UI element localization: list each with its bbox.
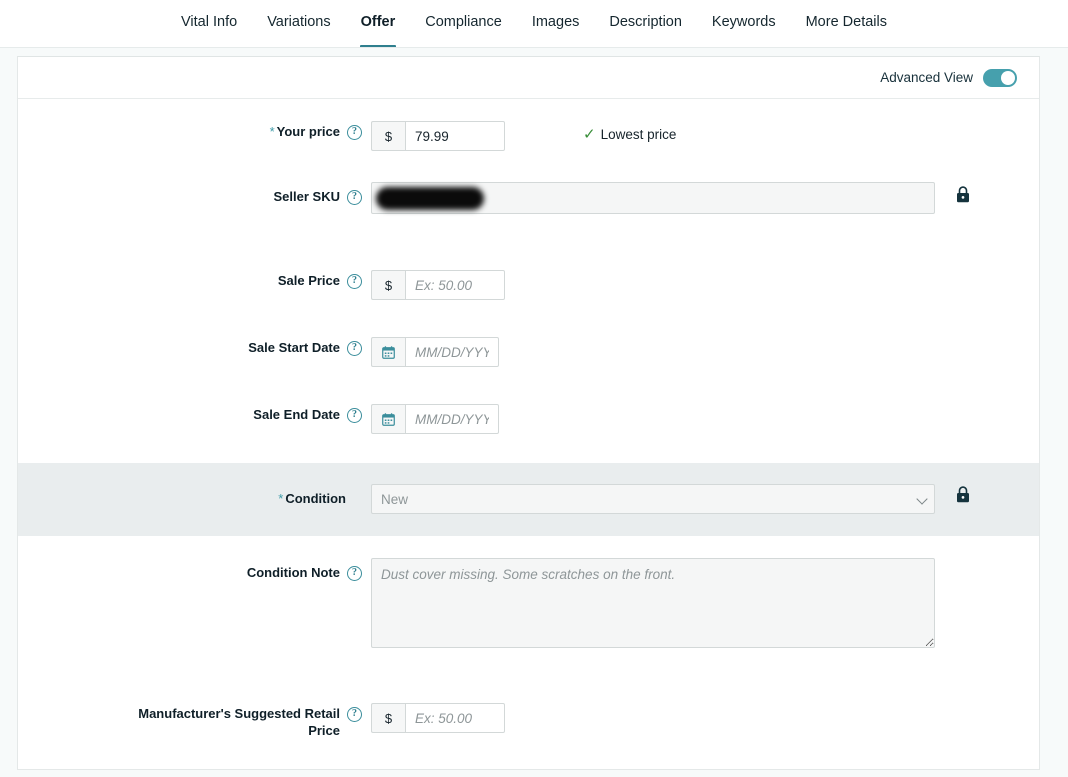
label-msrp: Manufacturer's Suggested Retail Price ? bbox=[18, 703, 371, 739]
field-msrp: $ bbox=[371, 703, 1039, 733]
currency-prefix: $ bbox=[371, 121, 405, 151]
check-icon: ✓ bbox=[583, 126, 596, 143]
field-your-price: $ ✓ Lowest price bbox=[371, 121, 1039, 151]
help-icon[interactable]: ? bbox=[347, 566, 362, 581]
tab-list: Vital Info Variations Offer Compliance I… bbox=[166, 0, 902, 48]
help-icon[interactable]: ? bbox=[347, 274, 362, 289]
label-condition-note: Condition Note ? bbox=[18, 558, 371, 581]
your-price-input[interactable] bbox=[405, 121, 505, 151]
tab-keywords[interactable]: Keywords bbox=[697, 0, 791, 48]
condition-label-text: * Condition bbox=[278, 490, 346, 507]
sale-end-date-input-group bbox=[371, 404, 499, 434]
sale-start-date-input-group bbox=[371, 337, 499, 367]
help-icon[interactable]: ? bbox=[347, 408, 362, 423]
field-sale-start-date bbox=[371, 337, 1039, 367]
lowest-price-text: Lowest price bbox=[600, 127, 677, 142]
tab-label: Keywords bbox=[711, 14, 776, 30]
lock-icon[interactable] bbox=[956, 186, 970, 208]
row-sale-end-date: Sale End Date ? bbox=[18, 367, 1039, 463]
calendar-icon[interactable] bbox=[371, 337, 405, 367]
label-condition: * Condition bbox=[18, 484, 371, 507]
field-sale-price: $ bbox=[371, 270, 1039, 300]
card-header: Advanced View bbox=[18, 57, 1039, 99]
row-seller-sku: Seller SKU ? bbox=[18, 151, 1039, 214]
field-sale-end-date bbox=[371, 404, 1039, 434]
msrp-label-text: Manufacturer's Suggested Retail Price bbox=[138, 706, 340, 738]
msrp-input[interactable] bbox=[405, 703, 505, 733]
label-body: Condition bbox=[285, 491, 346, 506]
help-icon[interactable]: ? bbox=[347, 190, 362, 205]
field-condition-note bbox=[371, 558, 1039, 648]
tab-images[interactable]: Images bbox=[517, 0, 595, 48]
tab-bar: Vital Info Variations Offer Compliance I… bbox=[0, 0, 1068, 48]
label-sale-end-date: Sale End Date ? bbox=[18, 404, 371, 423]
label-sale-start-date: Sale Start Date ? bbox=[18, 337, 371, 356]
sale-price-input-group: $ bbox=[371, 270, 505, 300]
msrp-input-group: $ bbox=[371, 703, 505, 733]
help-icon[interactable]: ? bbox=[347, 341, 362, 356]
help-icon[interactable]: ? bbox=[347, 125, 362, 140]
tab-label: Images bbox=[531, 14, 580, 30]
lock-icon[interactable] bbox=[956, 486, 970, 508]
row-sale-start-date: Sale Start Date ? bbox=[18, 300, 1039, 367]
condition-note-label-text: Condition Note bbox=[246, 565, 340, 580]
label-your-price: * Your price ? bbox=[18, 121, 371, 140]
tab-variations[interactable]: Variations bbox=[252, 0, 345, 48]
required-marker: * bbox=[278, 491, 284, 506]
tab-label: Offer bbox=[360, 14, 396, 30]
tab-description[interactable]: Description bbox=[594, 0, 697, 48]
currency-prefix: $ bbox=[371, 270, 405, 300]
row-msrp: Manufacturer's Suggested Retail Price ? … bbox=[18, 648, 1039, 769]
sale-end-date-label-text: Sale End Date bbox=[253, 407, 340, 422]
condition-note-textarea[interactable] bbox=[371, 558, 935, 648]
advanced-view-label: Advanced View bbox=[880, 70, 973, 85]
offer-form-card: Advanced View *Your price ? $ ✓ Lowest bbox=[17, 56, 1040, 770]
help-icon[interactable]: ? bbox=[347, 707, 362, 722]
tab-offer[interactable]: Offer bbox=[346, 0, 411, 48]
seller-sku-input[interactable] bbox=[371, 182, 935, 214]
tab-label: More Details bbox=[805, 14, 887, 30]
field-condition: New bbox=[371, 484, 1039, 514]
tab-compliance[interactable]: Compliance bbox=[410, 0, 517, 48]
offer-form: *Your price ? $ ✓ Lowest price Seller SK… bbox=[18, 99, 1039, 769]
seller-sku-label-text: Seller SKU bbox=[273, 189, 340, 204]
redaction-overlay bbox=[376, 187, 484, 210]
sale-start-date-label-text: Sale Start Date bbox=[248, 340, 340, 355]
currency-prefix: $ bbox=[371, 703, 405, 733]
tab-more-details[interactable]: More Details bbox=[791, 0, 902, 48]
tab-label: Description bbox=[609, 14, 682, 30]
your-price-label-text: * Your price bbox=[270, 123, 340, 140]
row-condition: * Condition New bbox=[18, 463, 1039, 536]
condition-select[interactable]: New bbox=[371, 484, 935, 514]
tab-label: Vital Info bbox=[181, 14, 238, 30]
row-sale-price: Sale Price ? $ bbox=[18, 214, 1039, 300]
required-marker: * bbox=[269, 124, 275, 139]
row-your-price: *Your price ? $ ✓ Lowest price bbox=[18, 99, 1039, 151]
advanced-view-toggle[interactable] bbox=[983, 68, 1017, 87]
calendar-icon[interactable] bbox=[371, 404, 405, 434]
toggle-knob bbox=[1001, 70, 1015, 85]
tab-label: Variations bbox=[267, 14, 331, 30]
field-seller-sku bbox=[371, 182, 1039, 214]
sale-start-date-input[interactable] bbox=[405, 337, 499, 367]
sale-end-date-input[interactable] bbox=[405, 404, 499, 434]
sale-price-input[interactable] bbox=[405, 270, 505, 300]
label-seller-sku: Seller SKU ? bbox=[18, 182, 371, 205]
lowest-price-status: ✓ Lowest price bbox=[583, 127, 676, 142]
sale-price-label-text: Sale Price bbox=[277, 273, 340, 288]
tab-vital-info[interactable]: Vital Info bbox=[166, 0, 252, 48]
label-sale-price: Sale Price ? bbox=[18, 270, 371, 289]
row-condition-note: Condition Note ? bbox=[18, 536, 1039, 648]
tab-label: Compliance bbox=[425, 14, 502, 30]
label-body: Your price bbox=[276, 124, 340, 139]
your-price-input-group: $ bbox=[371, 121, 505, 151]
condition-select-wrap: New bbox=[371, 484, 935, 514]
